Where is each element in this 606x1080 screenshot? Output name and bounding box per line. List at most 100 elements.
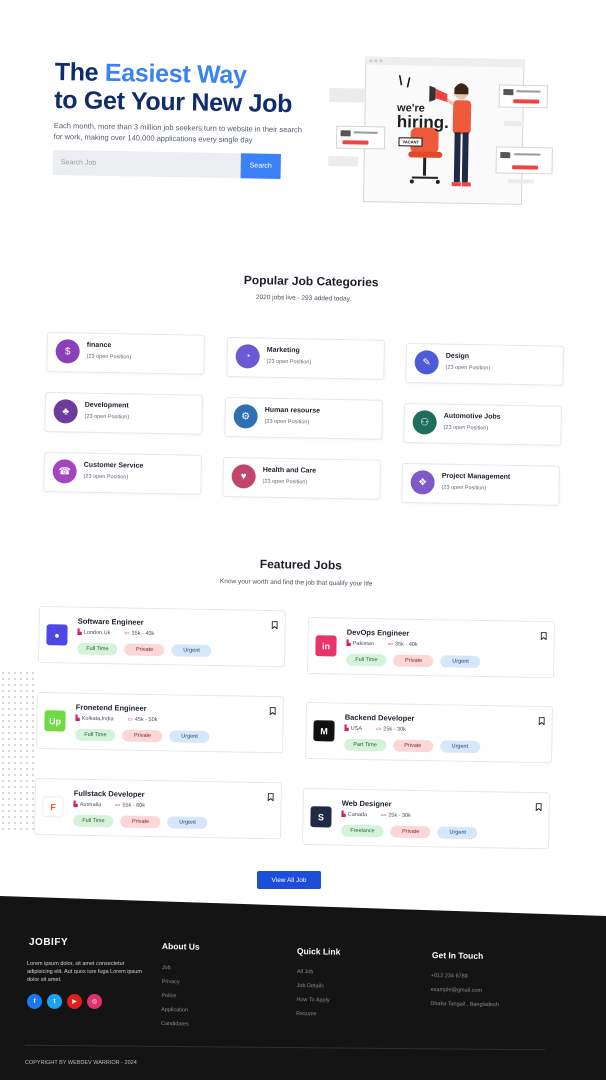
- category-card[interactable]: ✎ Design (23 open Position): [405, 343, 564, 386]
- footer-about-link[interactable]: Application: [161, 1003, 189, 1017]
- job-card[interactable]: in DevOps Engineer ▙ Pakistan ▭ 35k - 40k Full…: [307, 617, 555, 679]
- bookmark-icon[interactable]: [535, 803, 542, 812]
- job-title[interactable]: Fronetend Engineer: [76, 703, 147, 713]
- footer-contact-title: Get In Touch: [431, 950, 484, 961]
- job-title[interactable]: Backend Developer: [345, 713, 415, 723]
- footer-quick-link[interactable]: All Job: [297, 965, 330, 980]
- facebook-icon[interactable]: f: [27, 994, 42, 1009]
- job-tag[interactable]: Private: [393, 654, 434, 668]
- footer-about-us-title: About Us: [161, 941, 200, 952]
- job-salary-text: 35k - 40k: [395, 641, 418, 648]
- job-tag[interactable]: Private: [392, 739, 433, 753]
- job-card[interactable]: Up Fronetend Engineer ▙ Kolkata,India ▭ 45k -…: [36, 692, 284, 754]
- job-card[interactable]: M Backend Developer ▙ USA ▭ 25k - 30k Part Tim…: [305, 702, 553, 764]
- software-company-logo-icon: ●: [46, 624, 68, 646]
- job-tag[interactable]: Freelance: [341, 824, 384, 838]
- category-card[interactable]: ♣ Development (23 open Position): [44, 392, 203, 435]
- category-card[interactable]: $ finance (23 open Position): [46, 332, 205, 375]
- job-tag[interactable]: Private: [122, 729, 163, 743]
- job-tag[interactable]: Full Time: [73, 814, 114, 828]
- job-card[interactable]: S Web Designer ▙ Canada ▭ 25k - 30k Freelance P…: [302, 788, 550, 850]
- building-icon: ▙: [75, 715, 80, 722]
- hero-search: Search: [52, 150, 281, 181]
- job-tags: Full Time Private Urgent: [346, 653, 481, 669]
- category-name: Development: [84, 401, 129, 410]
- job-title[interactable]: Fullstack Developer: [74, 789, 145, 799]
- footer-contact-item[interactable]: +012 234 6789: [431, 969, 500, 984]
- job-tag[interactable]: Full Time: [77, 642, 118, 656]
- hero-title-line2: to Get Your New Job: [54, 85, 293, 119]
- footer-brand[interactable]: JOBIFY: [29, 937, 68, 948]
- category-card[interactable]: ❖ Project Management (23 open Position): [401, 463, 560, 506]
- job-location-text: London,Uk: [83, 629, 111, 637]
- instagram-icon[interactable]: ◎: [87, 994, 102, 1009]
- health-care-icon: ♥: [231, 464, 256, 489]
- job-meta: ▙ Australia ▭ 55k - 60k: [73, 802, 145, 809]
- money-icon: ▭: [127, 716, 133, 723]
- category-card[interactable]: ♥ Health and Care (23 open Position): [222, 457, 381, 500]
- design-icon: ✎: [414, 350, 439, 375]
- footer-about-us-links: Job Privacy Police Application Candidates: [161, 961, 190, 1031]
- footer-quick-link[interactable]: How To Apply: [296, 993, 329, 1008]
- category-name: Project Management: [441, 472, 511, 481]
- footer-about-link[interactable]: Job: [162, 961, 190, 975]
- category-count: (23 open Position): [266, 358, 312, 366]
- view-all-jobs-button[interactable]: View All Job: [257, 871, 321, 889]
- bookmark-icon[interactable]: [538, 717, 545, 726]
- job-tag[interactable]: Full Time: [75, 728, 116, 742]
- job-meta: ▙ London,Uk ▭ 35k - 40k: [77, 630, 154, 637]
- building-icon: ▙: [344, 725, 349, 732]
- job-title[interactable]: Software Engineer: [78, 617, 144, 627]
- featured-subtitle: Know your worth and find the job that qu…: [219, 578, 373, 588]
- search-input[interactable]: [52, 150, 243, 179]
- footer-quick-link[interactable]: Job Details: [297, 979, 330, 994]
- category-card[interactable]: ⚇ Automotive Jobs (23 open Position): [403, 403, 562, 446]
- job-location-text: Kolkata,India: [81, 715, 114, 723]
- job-card[interactable]: F Fullstack Developer ▙ Australia ▭ 55k - 60k…: [34, 778, 282, 840]
- job-tag[interactable]: Urgent: [167, 816, 208, 830]
- category-card[interactable]: ◔ Marketing (23 open Position): [226, 337, 385, 380]
- job-tag[interactable]: Urgent: [439, 740, 480, 754]
- job-tags: Full Time Private Urgent: [77, 642, 212, 658]
- job-tag[interactable]: Urgent: [171, 644, 212, 658]
- bookmark-icon[interactable]: [271, 621, 278, 630]
- job-card[interactable]: ● Software Engineer ▙ London,Uk ▭ 35k - 40k Fu…: [38, 606, 286, 668]
- footer-about-link[interactable]: Candidates: [161, 1017, 189, 1031]
- job-title[interactable]: Web Designer: [342, 799, 392, 809]
- job-tag[interactable]: Urgent: [440, 655, 481, 669]
- youtube-icon[interactable]: ▶: [67, 994, 82, 1009]
- money-icon: ▭: [380, 812, 387, 819]
- footer-contact-item[interactable]: example@gmail.com: [431, 983, 500, 998]
- job-salary: ▭ 55k - 60k: [115, 802, 145, 809]
- bookmark-icon[interactable]: [540, 632, 547, 641]
- job-tag[interactable]: Full Time: [346, 653, 387, 667]
- bookmark-icon[interactable]: [269, 707, 276, 716]
- job-title[interactable]: DevOps Engineer: [347, 628, 410, 638]
- hero-title: The Easiest Way to Get Your New Job: [54, 58, 293, 118]
- category-count: (23 open Position): [84, 413, 130, 421]
- category-name: Customer Service: [83, 461, 144, 470]
- job-tag[interactable]: Private: [120, 815, 161, 829]
- twitter-icon[interactable]: t: [47, 994, 62, 1009]
- job-tag[interactable]: Urgent: [169, 730, 210, 744]
- category-count: (23 open Position): [83, 473, 129, 481]
- category-name: Design: [445, 352, 470, 361]
- money-icon: ▭: [124, 630, 130, 637]
- category-card[interactable]: ⚙ Human resourse (23 open Position): [224, 397, 383, 440]
- search-button[interactable]: Search: [240, 153, 281, 179]
- job-meta: ▙ Pakistan ▭ 35k - 40k: [346, 641, 417, 648]
- hero-title-accent: Easiest Way: [104, 58, 247, 90]
- footer-about-link[interactable]: Privacy: [162, 975, 190, 989]
- job-salary-text: 55k - 60k: [122, 802, 146, 809]
- job-tag[interactable]: Urgent: [437, 826, 478, 840]
- footer-contact-item[interactable]: Dhaka Tangail , Bangladesh: [430, 997, 499, 1012]
- bookmark-icon[interactable]: [267, 793, 274, 802]
- category-card[interactable]: ☎ Customer Service (23 open Position): [43, 452, 202, 495]
- footer-quick-link[interactable]: Resume: [296, 1007, 329, 1022]
- footer-quick-links: All Job Job Details How To Apply Resume: [296, 965, 330, 1022]
- job-tag[interactable]: Private: [124, 643, 165, 657]
- footer-about-link[interactable]: Police: [161, 989, 189, 1003]
- job-tag[interactable]: Private: [390, 825, 431, 839]
- job-tag[interactable]: Part Time: [344, 738, 386, 752]
- hiring-illustration: we're hiring. VACANT: [327, 56, 560, 210]
